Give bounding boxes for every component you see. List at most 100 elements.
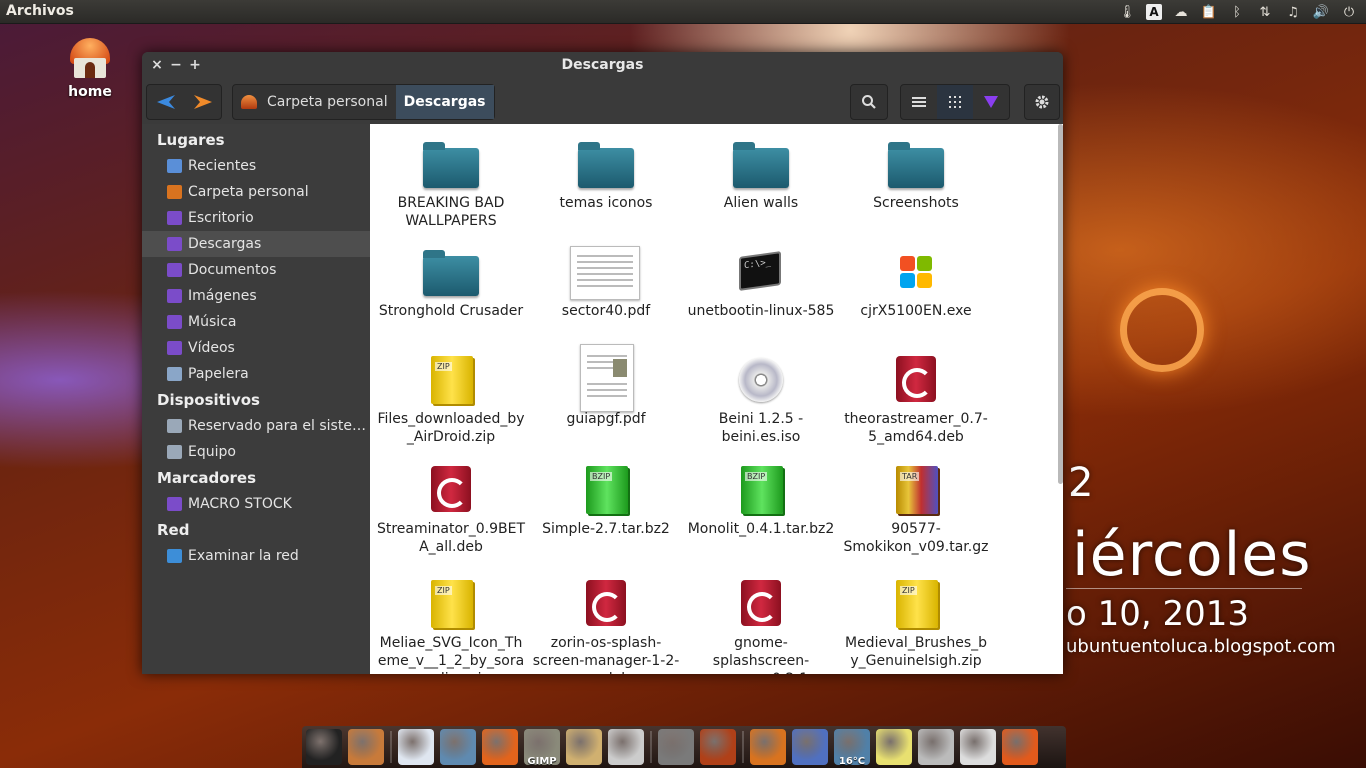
home-icon bbox=[68, 38, 112, 80]
file-item[interactable]: Alien walls bbox=[686, 138, 836, 212]
trash-icon bbox=[167, 367, 182, 381]
desktop-home-icon[interactable]: home bbox=[62, 38, 118, 100]
sidebar-item[interactable]: Recientes bbox=[142, 153, 370, 179]
trash-dock-icon[interactable] bbox=[960, 729, 996, 765]
bz2-archive-icon: BZIP bbox=[576, 464, 636, 518]
back-arrow-icon bbox=[156, 95, 175, 109]
file-item[interactable]: temas iconos bbox=[531, 138, 681, 212]
disc-burner-icon[interactable] bbox=[608, 729, 644, 765]
volume-icon[interactable]: 🔊 bbox=[1312, 3, 1330, 21]
sidebar-item-label: Vídeos bbox=[188, 340, 235, 356]
sidebar-item[interactable]: Vídeos bbox=[142, 335, 370, 361]
sidebar-item[interactable]: Examinar la red bbox=[142, 543, 370, 569]
music-icon[interactable]: ♫ bbox=[1284, 3, 1302, 21]
scrollbar[interactable] bbox=[1058, 124, 1063, 484]
shutdown-icon[interactable] bbox=[1002, 729, 1038, 765]
power-icon[interactable]: ⏻ bbox=[1340, 3, 1358, 21]
home-icon[interactable] bbox=[750, 729, 786, 765]
file-name: zorin-os-splash-screen-manager-1-2-en.de… bbox=[532, 635, 680, 674]
file-item[interactable]: C:\>_ unetbootin-linux-585 bbox=[686, 246, 836, 320]
paint-icon[interactable] bbox=[566, 729, 602, 765]
settings-icon[interactable] bbox=[658, 729, 694, 765]
view-switcher bbox=[900, 84, 1010, 120]
file-item[interactable]: guiapgf.pdf bbox=[531, 344, 681, 428]
forward-arrow-icon bbox=[193, 95, 212, 109]
file-name: Alien walls bbox=[723, 195, 799, 211]
breadcrumb-current-label: Descargas bbox=[403, 94, 486, 110]
gear-icon bbox=[1035, 95, 1049, 109]
firefox-icon[interactable] bbox=[482, 729, 518, 765]
bz2-archive-icon: BZIP bbox=[731, 464, 791, 518]
sidebar-item[interactable]: Escritorio bbox=[142, 205, 370, 231]
clipboard-icon[interactable]: 📋 bbox=[1200, 3, 1218, 21]
file-grid[interactable]: BREAKING BAD WALLPAPERS temas iconos Alien… bbox=[370, 124, 1063, 674]
settings-button[interactable] bbox=[1024, 84, 1060, 120]
file-item[interactable]: ZIP Medieval_Brushes_by_Genuinelsigh.zip bbox=[841, 578, 991, 670]
sidebar-item[interactable]: Reservado para el sistema bbox=[142, 413, 370, 439]
sidebar-item-label: Escritorio bbox=[188, 210, 254, 226]
file-manager-icon[interactable] bbox=[440, 729, 476, 765]
back-button[interactable] bbox=[147, 85, 184, 119]
thermometer-icon[interactable]: 🌡 bbox=[1118, 3, 1136, 21]
app-menu[interactable]: Archivos bbox=[6, 3, 74, 19]
file-item[interactable]: BZIP Monolit_0.4.1.tar.bz2 bbox=[686, 464, 836, 538]
file-item[interactable]: sector40.pdf bbox=[531, 246, 681, 320]
file-item[interactable]: gnome-splashscreen-manager_0.2-1~ bbox=[686, 578, 836, 674]
file-name: Meliae_SVG_Icon_Theme_v__1_2_by_sora_mel… bbox=[377, 635, 525, 674]
gimp-icon[interactable]: GIMP bbox=[524, 729, 560, 767]
sidebar-item[interactable]: Carpeta personal bbox=[142, 179, 370, 205]
cloud-icon[interactable]: ☁ bbox=[1172, 3, 1190, 21]
zip-archive-icon: ZIP bbox=[421, 578, 481, 632]
file-name: temas iconos bbox=[559, 195, 653, 211]
weather-icon[interactable]: 16°C bbox=[834, 729, 870, 767]
sidebar-item-label: Carpeta personal bbox=[188, 184, 309, 200]
network-icon[interactable]: ⇅ bbox=[1256, 3, 1274, 21]
sidebar-item-label: Equipo bbox=[188, 444, 236, 460]
file-item[interactable]: BZIP Simple-2.7.tar.bz2 bbox=[531, 464, 681, 538]
file-item[interactable]: cjrX5100EN.exe bbox=[841, 246, 991, 320]
documents-icon bbox=[167, 263, 182, 277]
file-item[interactable]: Beini 1.2.5 - beini.es.iso bbox=[686, 354, 836, 446]
grid-view-button[interactable] bbox=[937, 85, 973, 119]
file-item[interactable]: Screenshots bbox=[841, 138, 991, 212]
sidebar-item[interactable]: Equipo bbox=[142, 439, 370, 465]
titlebar[interactable]: × − + Descargas bbox=[142, 52, 1063, 80]
text-editor-icon[interactable] bbox=[398, 729, 434, 765]
system-tray: 🌡 A ☁ 📋 ᛒ ⇅ ♫ 🔊 ⏻ bbox=[1118, 2, 1358, 22]
home-folder-icon bbox=[241, 95, 257, 109]
wolf-app-icon[interactable] bbox=[700, 729, 736, 765]
sidebar-item[interactable]: MACRO STOCK bbox=[142, 491, 370, 517]
archive-manager-icon[interactable] bbox=[348, 729, 384, 765]
breadcrumb-current[interactable]: Descargas bbox=[395, 85, 494, 119]
camera-icon[interactable] bbox=[918, 729, 954, 765]
view-options-button[interactable] bbox=[973, 85, 1009, 119]
sidebar-item[interactable]: Descargas bbox=[142, 231, 370, 257]
file-item[interactable]: zorin-os-splash-screen-manager-1-2-en.de… bbox=[531, 578, 681, 674]
sidebar-item-label: Documentos bbox=[188, 262, 277, 278]
sidebar-item[interactable]: Imágenes bbox=[142, 283, 370, 309]
battery-icon[interactable] bbox=[876, 729, 912, 765]
sidebar-item[interactable]: Documentos bbox=[142, 257, 370, 283]
list-view-button[interactable] bbox=[901, 85, 937, 119]
file-name: theorastreamer_0.7-5_amd64.deb bbox=[844, 411, 988, 445]
sidebar-item-label: Examinar la red bbox=[188, 548, 299, 564]
terminal-icon[interactable] bbox=[306, 729, 342, 765]
keyboard-layout-icon[interactable]: A bbox=[1146, 4, 1162, 20]
file-item[interactable]: Streaminator_0.9BETA_all.deb bbox=[376, 464, 526, 556]
clock-divider bbox=[1066, 588, 1302, 589]
file-item[interactable]: Stronghold Crusader bbox=[376, 246, 526, 320]
file-item[interactable]: ZIP Files_downloaded_by_AirDroid.zip bbox=[376, 354, 526, 446]
file-item[interactable]: BREAKING BAD WALLPAPERS bbox=[376, 138, 526, 230]
ubuntu-logo-wallpaper bbox=[1120, 288, 1204, 372]
bluetooth-icon[interactable]: ᛒ bbox=[1228, 3, 1246, 21]
file-item[interactable]: ZIPMeliae_SVG_Icon_Theme_v__1_2_by_sora_… bbox=[376, 578, 526, 674]
breadcrumb-home[interactable]: Carpeta personal bbox=[233, 85, 396, 119]
search-button[interactable] bbox=[850, 84, 888, 120]
file-item[interactable]: theorastreamer_0.7-5_amd64.deb bbox=[841, 354, 991, 446]
file-item[interactable]: TAR 90577-Smokikon_v09.tar.gz bbox=[841, 464, 991, 556]
display-icon[interactable] bbox=[792, 729, 828, 765]
forward-button[interactable] bbox=[184, 85, 221, 119]
sidebar-item[interactable]: Papelera bbox=[142, 361, 370, 387]
window-title: Descargas bbox=[561, 57, 644, 73]
sidebar-item[interactable]: Música bbox=[142, 309, 370, 335]
